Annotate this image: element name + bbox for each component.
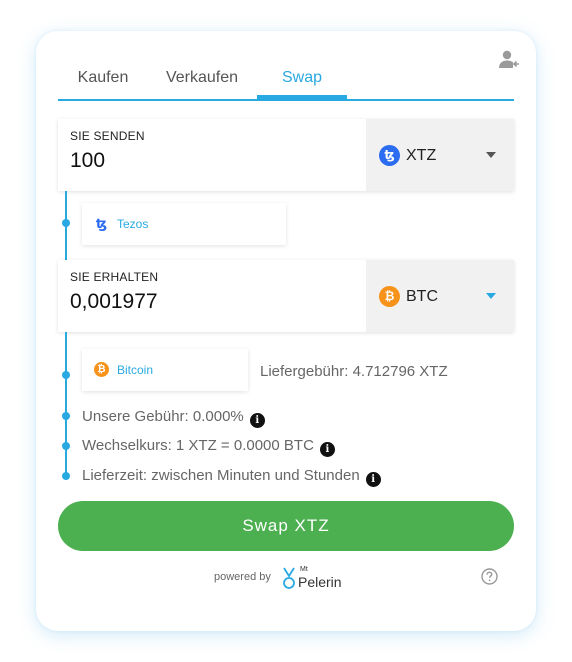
tezos-icon: ꜩ <box>379 145 400 166</box>
receive-network-chip[interactable]: ₿ Bitcoin <box>82 349 248 391</box>
info-icon[interactable]: i <box>249 413 265 428</box>
timeline-dot <box>62 371 70 379</box>
timeline-dot <box>62 472 70 480</box>
bitcoin-icon: ₿ <box>94 362 109 377</box>
our-fee-text: Unsere Gebühr: 0.000% <box>82 408 244 425</box>
timeline-line <box>65 332 67 477</box>
tab-kaufen[interactable]: Kaufen <box>58 67 148 99</box>
send-network-chip[interactable]: ꜩ Tezos <box>82 203 286 245</box>
receive-currency-code: BTC <box>406 288 438 305</box>
receive-currency-select[interactable]: ₿ BTC <box>366 260 514 332</box>
send-label: SIE SENDEN <box>70 129 145 143</box>
send-amount-input[interactable] <box>70 149 350 173</box>
exchange-rate-row: Wechselkurs: 1 XTZ = 0.0000 BTC i <box>82 437 335 457</box>
receive-amount-input[interactable] <box>70 290 350 314</box>
bitcoin-icon: ₿ <box>379 286 400 307</box>
timeline-dot <box>62 442 70 450</box>
send-amount-field: SIE SENDEN ꜩ XTZ <box>58 119 514 191</box>
send-currency-select[interactable]: ꜩ XTZ <box>366 119 514 191</box>
our-fee-row: Unsere Gebühr: 0.000% i <box>82 408 265 428</box>
delivery-time-text: Lieferzeit: zwischen Minuten und Stunden <box>82 467 360 484</box>
info-icon[interactable]: i <box>365 472 381 487</box>
mt-pelerin-logo-icon <box>283 567 295 589</box>
chevron-down-icon <box>486 293 496 299</box>
receive-amount-field: SIE ERHALTEN ₿ BTC <box>58 260 514 332</box>
delivery-time-row: Lieferzeit: zwischen Minuten und Stunden… <box>82 467 381 487</box>
receive-network-label: Bitcoin <box>117 363 154 377</box>
send-network-label: Tezos <box>117 217 149 231</box>
tezos-icon: ꜩ <box>95 216 108 231</box>
delivery-fee-text: Liefergebühr: 4.712796 XTZ <box>260 363 448 380</box>
swap-widget-card: Kaufen Verkaufen Swap SIE SENDEN ꜩ XTZ ꜩ… <box>36 31 536 631</box>
timeline-dot <box>62 412 70 420</box>
timeline-dot <box>62 219 70 227</box>
info-icon[interactable]: i <box>319 442 335 457</box>
brand-prefix: Mt <box>300 566 308 573</box>
help-icon[interactable] <box>481 568 498 585</box>
exchange-rate-text: Wechselkurs: 1 XTZ = 0.0000 BTC <box>82 437 314 454</box>
receive-label: SIE ERHALTEN <box>70 270 159 284</box>
swap-button[interactable]: Swap XTZ <box>58 501 514 551</box>
tab-bar: Kaufen Verkaufen Swap <box>58 67 514 101</box>
active-tab-indicator <box>257 95 347 99</box>
powered-by-text: powered by <box>214 571 271 583</box>
send-currency-code: XTZ <box>406 147 437 164</box>
tab-verkaufen[interactable]: Verkaufen <box>150 67 254 99</box>
chevron-down-icon <box>486 152 496 158</box>
brand-name: Pelerin <box>298 574 342 590</box>
